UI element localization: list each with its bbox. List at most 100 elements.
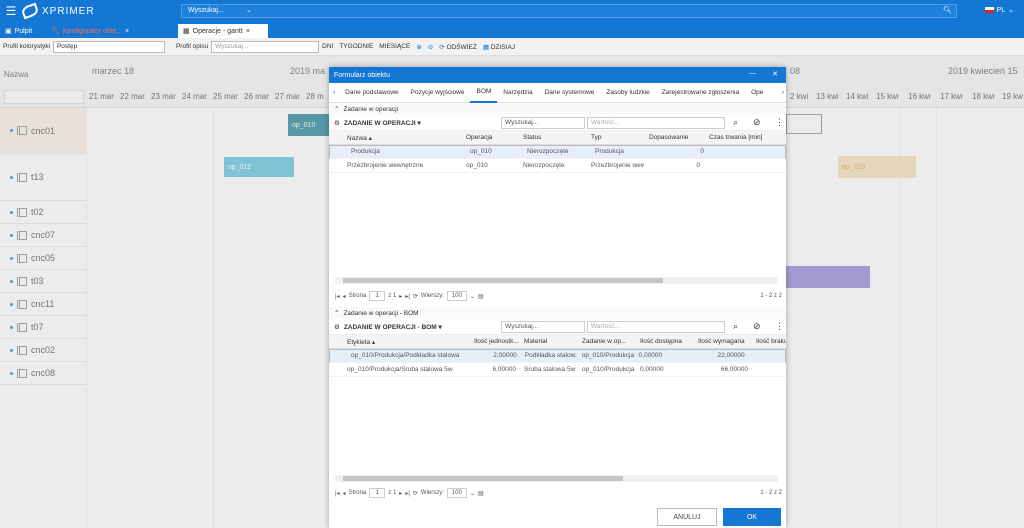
filter-value-input[interactable]: Wartość... — [587, 321, 725, 333]
rows-per-page-select[interactable]: 100 — [446, 291, 467, 301]
prev-page-icon[interactable]: ◂ — [343, 293, 346, 300]
column-header[interactable]: Status — [518, 134, 586, 141]
table-row[interactable]: Przezbrojenie wewnętrzne op_010 Nierozpo… — [329, 159, 786, 173]
first-page-icon[interactable]: |◂ — [335, 490, 340, 497]
refresh-icon[interactable]: ⟳ — [413, 293, 418, 300]
column-header[interactable]: Etykieta ▴ — [329, 338, 469, 346]
chevron-left-icon[interactable]: ‹ — [333, 89, 335, 96]
menu-icon[interactable]: ☰ — [0, 4, 22, 18]
dni-button[interactable]: DNI — [319, 43, 336, 50]
section-zadanie-title[interactable]: ⌃ Zadanie w operacji — [329, 103, 786, 115]
search-icon[interactable]: ⌕ — [733, 321, 738, 332]
rows-label: Wierszy: — [420, 490, 444, 496]
next-page-icon[interactable]: ▸ — [399, 293, 402, 300]
column-header[interactable]: Nazwa ▴ — [329, 134, 461, 142]
table-row[interactable]: op_010/Produkcja/Śruba stalowa 5w 6,0000… — [329, 363, 786, 377]
gear-icon[interactable]: ⚙ — [334, 119, 340, 127]
close-icon[interactable]: × — [246, 28, 250, 35]
cancel-button[interactable]: ANULUJ — [657, 508, 717, 526]
scrollbar-thumb[interactable] — [343, 476, 623, 481]
rows-per-page-select[interactable]: 100 — [446, 488, 467, 498]
calendar-icon: ▦ — [482, 43, 490, 51]
column-header[interactable]: Zadanie w op... — [577, 338, 635, 345]
search-icon[interactable]: 🔍︎ — [943, 5, 952, 17]
scrollbar-thumb[interactable] — [343, 278, 663, 283]
section-bom-title[interactable]: ⌃ Zadanie w operacji - BOM — [329, 307, 786, 319]
column-header[interactable]: Ilość braku — [751, 338, 786, 345]
column-header-label: Nazwa — [347, 134, 367, 142]
table-cell: 66,00000 — [720, 366, 748, 373]
tab-operacje-gantt[interactable]: ▦ Operacje - gantt × — [178, 24, 268, 38]
grid-toolbar: ⚙ ZADANIE W OPERACJI ▾ Wyszukaj... Warto… — [329, 115, 786, 131]
filter-field-select[interactable]: Wyszukaj... — [501, 117, 585, 129]
gantt-toolbar: Profil kolorystyki Postęp Profil opisu W… — [0, 38, 1024, 56]
page-input[interactable]: 1 — [369, 291, 386, 301]
table-cell: 0 — [696, 162, 700, 169]
column-header[interactable]: Materiał — [519, 338, 577, 345]
export-icon[interactable]: ▤ — [478, 293, 484, 300]
tab-dane-systemowe[interactable]: Dane systemowe — [539, 89, 601, 96]
table-cell: op_010/Produkcja — [582, 366, 635, 373]
grid-view-select[interactable]: ZADANIE W OPERACJI ▾ — [344, 119, 421, 127]
table-row[interactable]: Produkcja op_010 Nierozpoczęte Produkcja… — [329, 145, 786, 159]
grid-view-select[interactable]: ZADANIE W OPERACJI - BOM ▾ — [344, 323, 442, 331]
tygodnie-button[interactable]: TYGODNIE — [336, 43, 376, 50]
tab-konfigurator[interactable]: 🔧︎ Konfigurator obie... × — [46, 24, 176, 38]
today-button[interactable]: ▦ DZISIAJ — [480, 43, 518, 51]
export-icon[interactable]: ▤ — [478, 490, 484, 497]
tab-bom[interactable]: BOM — [470, 83, 498, 103]
column-header[interactable]: Operacja — [461, 134, 518, 141]
chevron-down-icon[interactable]: ⌄ — [246, 5, 252, 17]
tab-zasoby-ludzkie[interactable]: Zasoby ludzkie — [600, 89, 655, 96]
tab-ope[interactable]: Ope — [745, 89, 769, 96]
zoom-in-icon[interactable]: ⊕ — [413, 43, 424, 51]
clear-icon[interactable]: ⊘ — [753, 117, 761, 128]
column-header[interactable]: Typ — [586, 134, 644, 141]
tab-narzedzia[interactable]: Narzędzia — [497, 89, 538, 96]
close-icon[interactable]: × — [125, 28, 129, 35]
chevron-right-icon[interactable]: › — [782, 89, 784, 96]
column-header[interactable]: Czas trwania [min] — [704, 134, 774, 141]
profile-select[interactable]: Postęp — [52, 40, 165, 53]
minimize-icon[interactable]: — — [749, 70, 756, 77]
more-icon[interactable]: ⋮ — [775, 117, 784, 128]
column-header[interactable]: Dopasowanie — [644, 134, 704, 141]
more-icon[interactable]: ⋮ — [775, 321, 784, 332]
global-search[interactable]: Wyszukaj... ⌄ 🔍︎ — [181, 4, 957, 18]
tab-bar: ▣ Pulpit 🔧︎ Konfigurator obie... × ▦ Operacj… — [0, 22, 1024, 38]
page-label: Strona — [348, 490, 367, 496]
profile2-select[interactable]: Wyszukaj... — [211, 40, 320, 53]
language-selector[interactable]: PL ⌄ — [984, 6, 1014, 14]
page-input[interactable]: 1 — [369, 488, 386, 498]
ok-button[interactable]: OK — [723, 508, 781, 526]
next-page-icon[interactable]: ▸ — [399, 490, 402, 497]
chevron-down-icon[interactable]: ⌄ — [470, 293, 475, 300]
filter-value-input[interactable]: Wartość... — [587, 117, 725, 129]
column-header[interactable]: Ilość jednostk... — [469, 338, 519, 345]
refresh-icon[interactable]: ⟳ — [413, 490, 418, 497]
tab-dane-podstawowe[interactable]: Dane podstawowe — [339, 89, 404, 96]
last-page-icon[interactable]: ▸| — [405, 293, 410, 300]
miesiace-button[interactable]: MIESIĄCE — [376, 43, 413, 50]
horizontal-scrollbar[interactable] — [335, 475, 778, 482]
tab-zarejestrowane-zgloszenia[interactable]: Zarejestrowane zgłoszenia — [656, 89, 745, 96]
last-page-icon[interactable]: ▸| — [405, 490, 410, 497]
clear-icon[interactable]: ⊘ — [753, 321, 761, 332]
column-header[interactable]: Ilość wymagana — [693, 338, 751, 345]
tab-pulpit[interactable]: ▣ Pulpit — [0, 24, 44, 38]
search-icon[interactable]: ⌕ — [733, 117, 738, 128]
zoom-out-icon[interactable]: ⊖ — [425, 43, 436, 51]
gear-icon[interactable]: ⚙ — [334, 323, 340, 331]
filter-field-select[interactable]: Wyszukaj... — [501, 321, 585, 333]
horizontal-scrollbar[interactable] — [335, 277, 778, 284]
prev-page-icon[interactable]: ◂ — [343, 490, 346, 497]
table-row[interactable]: op_010/Produkcja/Podkładka stalowa 2,000… — [329, 349, 786, 363]
first-page-icon[interactable]: |◂ — [335, 293, 340, 300]
top-bar: ☰ XPRIMER Wyszukaj... ⌄ 🔍︎ PL ⌄ — [0, 0, 1024, 22]
chevron-down-icon[interactable]: ⌄ — [470, 490, 475, 497]
close-icon[interactable]: ✕ — [772, 70, 778, 78]
tab-pozycje-wyjsciowe[interactable]: Pozycje wyjściowe — [405, 89, 471, 96]
refresh-button[interactable]: ⟳ ODŚWIEŻ — [436, 43, 480, 51]
column-header[interactable]: Ilość dostępna — [635, 338, 693, 345]
refresh-label: ODŚWIEŻ — [446, 43, 477, 51]
